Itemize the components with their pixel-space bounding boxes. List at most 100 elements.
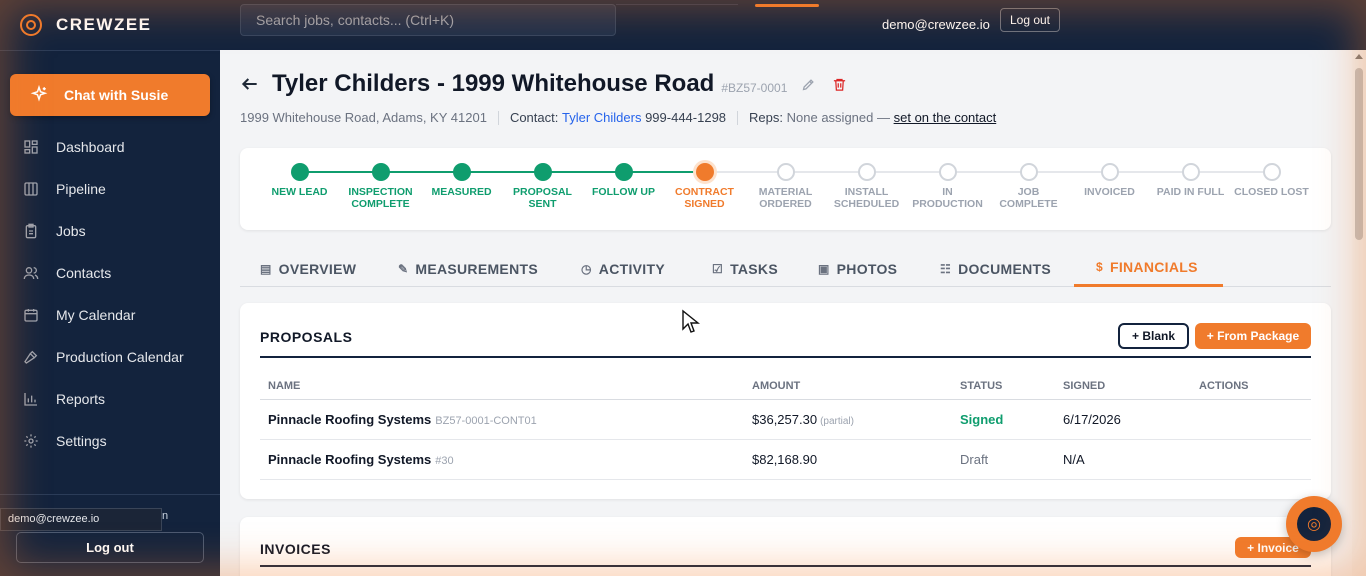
main-content: Tyler Childers - 1999 Whitehouse Road #B… (220, 50, 1352, 576)
stage-measured[interactable]: MEASURED (421, 163, 502, 198)
sidebar-logout-button[interactable]: Log out (16, 532, 204, 563)
proposals-title: PROPOSALS (260, 329, 353, 345)
tab-overview[interactable]: ▤ OVERVIEW (260, 250, 356, 287)
section-rule (260, 565, 1311, 567)
add-blank-proposal-button[interactable]: + Blank (1118, 323, 1189, 349)
stage-follow-up[interactable]: FOLLOW UP (583, 163, 664, 198)
status-badge: Draft (960, 451, 989, 467)
stage-label: MEASURED (431, 186, 492, 198)
edit-pencil-icon[interactable] (801, 77, 816, 92)
stage-label: MATERIAL (758, 186, 813, 198)
tab-financials[interactable]: $ FINANCIALS (1074, 250, 1223, 287)
reps-value: None assigned — (786, 110, 890, 125)
sidebar-item-dashboard[interactable]: Dashboard (0, 126, 220, 168)
stage-material-ordered[interactable]: MATERIAL ORDERED (745, 163, 826, 210)
set-on-contact-link[interactable]: set on the contact (894, 110, 997, 125)
search-overlay (616, 4, 738, 36)
page-scrollbar[interactable] (1352, 50, 1366, 576)
tab-label: DOCUMENTS (958, 260, 1051, 277)
stage-inspection-complete[interactable]: INSPECTION COMPLETE (340, 163, 421, 210)
stage-label: SENT (528, 198, 557, 210)
dollar-icon: $ (1096, 260, 1103, 274)
user-tooltip-tail: n (162, 510, 169, 522)
stage-install-scheduled[interactable]: INSTALL SCHEDULED (826, 163, 907, 210)
stage-job-complete[interactable]: JOB COMPLETE (988, 163, 1069, 210)
tab-label: FINANCIALS (1109, 259, 1198, 275)
signed-date: N/A (1063, 451, 1085, 467)
stage-label: INVOICED (1084, 186, 1135, 198)
pipeline-icon (22, 180, 40, 198)
stage-label: PRODUCTION (912, 198, 983, 210)
delete-trash-icon[interactable] (832, 77, 847, 92)
tab-label: OVERVIEW (278, 260, 357, 277)
table-row[interactable]: Pinnacle Roofing Systems #30 $82,168.90 D… (260, 439, 1311, 480)
table-header-row: NAME AMOUNT STATUS SIGNED ACTIONS (260, 373, 1311, 400)
sidebar-item-jobs[interactable]: Jobs (0, 210, 220, 252)
stage-in-production[interactable]: IN PRODUCTION (907, 163, 988, 210)
tab-documents[interactable]: ☷ DOCUMENTS (940, 250, 1051, 287)
tab-label: ACTIVITY (598, 260, 665, 277)
tab-label: TASKS (730, 260, 778, 277)
stage-dot (1100, 163, 1119, 181)
proposal-amount: $82,168.90 (752, 451, 818, 467)
checkbox-icon: ☑ (712, 261, 724, 276)
sidebar-item-settings[interactable]: Settings (0, 420, 220, 462)
sidebar-nav: Dashboard Pipeline Jobs Contacts My Cale… (0, 126, 220, 462)
stage-paid-in-full[interactable]: PAID IN FULL (1150, 163, 1231, 198)
add-from-package-button[interactable]: + From Package (1195, 323, 1311, 349)
back-arrow-icon[interactable] (240, 73, 262, 95)
stage-invoiced[interactable]: INVOICED (1069, 163, 1150, 198)
stage-dot (857, 163, 876, 181)
sidebar-item-production-calendar[interactable]: Production Calendar (0, 336, 220, 378)
clipboard-icon (22, 222, 40, 240)
chat-with-susie-button[interactable]: Chat with Susie (10, 74, 210, 116)
sidebar-item-label: Pipeline (56, 181, 106, 197)
stage-label: NEW LEAD (271, 186, 328, 198)
scroll-thumb[interactable] (1355, 68, 1363, 240)
sparkle-icon (30, 84, 48, 106)
stage-closed-lost[interactable]: CLOSED LOST (1231, 163, 1312, 198)
sidebar-item-pipeline[interactable]: Pipeline (0, 168, 220, 210)
tab-activity[interactable]: ◷ ACTIVITY (581, 250, 665, 287)
column-header: STATUS (952, 373, 1055, 400)
gear-icon (22, 432, 40, 450)
divider (737, 110, 739, 125)
proposal-ref: BZ57-0001-CONT01 (435, 414, 537, 427)
stage-new-lead[interactable]: NEW LEAD (259, 163, 340, 198)
dashboard-icon (22, 138, 40, 156)
assistant-fab-button[interactable]: ◎ (1286, 496, 1342, 552)
stage-contract-signed[interactable]: CONTRACT SIGNED (664, 163, 745, 210)
tab-tasks[interactable]: ☑ TASKS (712, 250, 778, 287)
stage-dot (290, 163, 309, 181)
sidebar-item-label: Settings (56, 433, 107, 449)
stage-label: COMPLETE (351, 198, 410, 210)
proposal-name[interactable]: Pinnacle Roofing Systems (268, 412, 431, 427)
table-row[interactable]: Pinnacle Roofing Systems BZ57-0001-CONT01… (260, 399, 1311, 440)
stage-label: JOB (1017, 186, 1040, 198)
calendar-icon (22, 306, 40, 324)
contact-name-link[interactable]: Tyler Childers (562, 110, 641, 125)
scroll-up-arrow-icon[interactable] (1355, 54, 1363, 59)
topbar-logout-button[interactable]: Log out (1000, 8, 1060, 32)
proposal-name[interactable]: Pinnacle Roofing Systems (268, 452, 431, 467)
tab-photos[interactable]: ▣ PHOTOS (818, 250, 897, 287)
crewzee-logo-icon: ◎ (1297, 507, 1331, 541)
sidebar-bottom-divider (0, 494, 220, 495)
stage-dot (776, 163, 795, 181)
brand[interactable]: CREWZEE (20, 12, 152, 38)
sidebar-item-contacts[interactable]: Contacts (0, 252, 220, 294)
stage-label: INSTALL (844, 186, 889, 198)
stage-proposal-sent[interactable]: PROPOSAL SENT (502, 163, 583, 210)
proposals-table: NAME AMOUNT STATUS SIGNED ACTIONS Pinnac… (260, 373, 1311, 480)
mouse-cursor-icon (681, 309, 701, 340)
tab-measurements[interactable]: ✎ MEASUREMENTS (398, 250, 538, 287)
search-input[interactable]: Search jobs, contacts... (Ctrl+K) (240, 4, 616, 36)
sidebar-item-my-calendar[interactable]: My Calendar (0, 294, 220, 336)
grid-icon: ▤ (260, 261, 272, 276)
sidebar-item-reports[interactable]: Reports (0, 378, 220, 420)
stage-dot (938, 163, 957, 181)
sidebar-item-label: My Calendar (56, 307, 136, 323)
job-details-line: 1999 Whitehouse Road, Adams, KY 41201 Co… (240, 110, 996, 125)
users-icon (22, 264, 40, 282)
section-rule (260, 356, 1311, 358)
